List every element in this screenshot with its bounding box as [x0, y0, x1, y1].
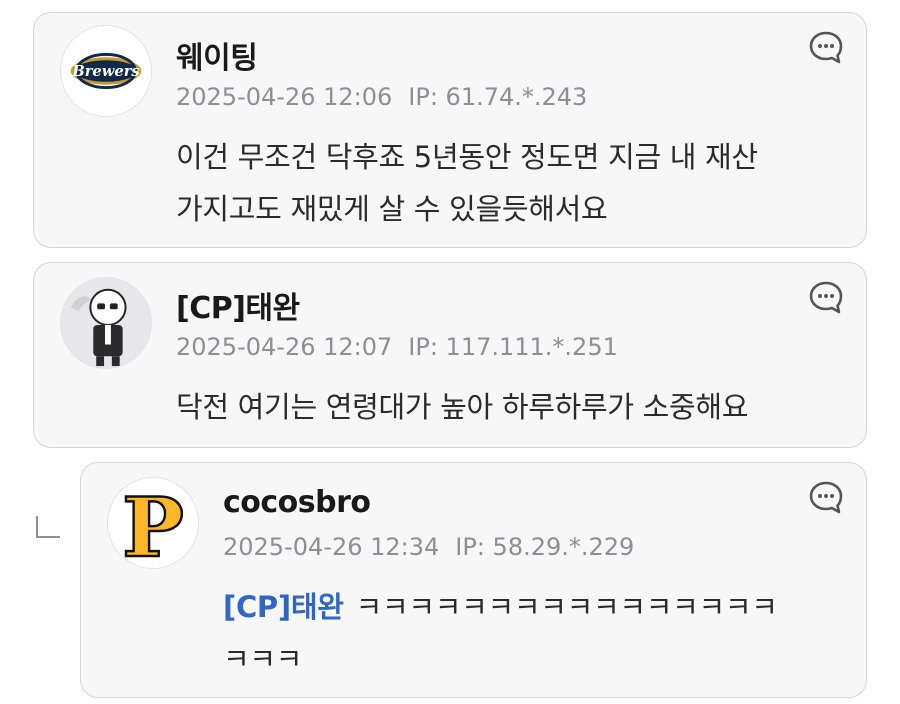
mention-link[interactable]: [CP]태완	[223, 590, 344, 624]
character-avatar-icon	[61, 278, 151, 368]
comment-line: 이건 무조건 닥후죠 5년동안 정도면 지금 내 재산	[176, 140, 758, 174]
reply-comment-card: P cocosbro 2025-04-26 12:34 IP: 58.29.*.2…	[80, 462, 867, 698]
reply-button[interactable]	[808, 29, 844, 65]
comment-meta: 2025-04-26 12:07 IP: 117.111.*.251	[176, 333, 618, 361]
comment-date: 2025-04-26 12:07	[176, 333, 393, 361]
svg-text:Brewers: Brewers	[71, 63, 139, 80]
comment-meta: 2025-04-26 12:34 IP: 58.29.*.229	[223, 533, 634, 561]
avatar[interactable]: P	[107, 477, 199, 569]
comment-meta: 2025-04-26 12:06 IP: 61.74.*.243	[176, 83, 587, 111]
comment-ip: IP: 117.111.*.251	[408, 333, 618, 361]
comment-ip: IP: 58.29.*.229	[455, 533, 635, 561]
comment-author[interactable]: cocosbro	[223, 485, 371, 520]
comment-date: 2025-04-26 12:06	[176, 83, 393, 111]
avatar[interactable]	[60, 277, 152, 369]
comment-bubble-icon	[809, 31, 843, 64]
comment-bubble-icon	[809, 281, 843, 314]
avatar[interactable]: Brewers	[60, 25, 152, 117]
comment-date: 2025-04-26 12:34	[223, 533, 440, 561]
reply-button[interactable]	[808, 279, 844, 315]
brewers-logo-icon: Brewers	[61, 26, 151, 116]
comment-line: [CP]태완 ㅋㅋㅋㅋㅋㅋㅋㅋㅋㅋㅋㅋㅋㅋㅋㅋ	[223, 581, 778, 633]
comment-bubble-icon	[809, 481, 843, 514]
comment-line: 가지고도 재밌게 살 수 있을듯해서요	[176, 192, 608, 226]
reply-button[interactable]	[808, 479, 844, 515]
comment-card: Brewers 웨이팅 2025-04-26 12:06 IP: 61.74.*.…	[33, 12, 867, 248]
comment-ip: IP: 61.74.*.243	[408, 83, 588, 111]
comment-body: 닥전 여기는 연령대가 높아 하루하루가 소중해요	[176, 381, 749, 433]
comment-author[interactable]: [CP]태완	[176, 283, 300, 327]
svg-text:P: P	[122, 480, 184, 568]
comment-body: 이건 무조건 닥후죠 5년동안 정도면 지금 내 재산 가지고도 재밌게 살 수…	[176, 131, 758, 235]
comment-text: ㅋㅋㅋㅋㅋㅋㅋㅋㅋㅋㅋㅋㅋㅋㅋㅋ	[355, 590, 778, 624]
comment-body: [CP]태완 ㅋㅋㅋㅋㅋㅋㅋㅋㅋㅋㅋㅋㅋㅋㅋㅋ ㅋㅋㅋ	[223, 581, 778, 685]
pirates-p-logo-icon: P	[108, 478, 198, 568]
comment-line: ㅋㅋㅋ	[223, 642, 303, 676]
comment-author[interactable]: 웨이팅	[176, 33, 258, 77]
reply-arrow-icon	[36, 516, 60, 538]
comment-card: [CP]태완 2025-04-26 12:07 IP: 117.111.*.251…	[33, 262, 867, 448]
comment-line: 닥전 여기는 연령대가 높아 하루하루가 소중해요	[176, 390, 749, 424]
